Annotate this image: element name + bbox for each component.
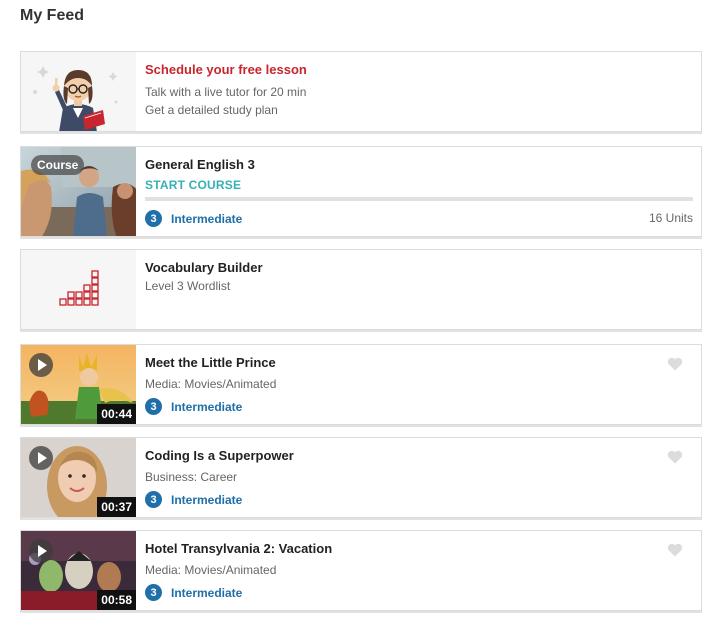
heart-icon[interactable] [667,450,683,464]
lesson-description-line2: Get a detailed study plan [145,103,278,117]
video-title[interactable]: Meet the Little Prince [145,355,276,370]
course-card[interactable]: Course General English 3 START COURSE 3 … [20,146,702,237]
level-badge: 3 [145,491,162,508]
video-duration: 00:37 [97,497,136,517]
video-thumbnail[interactable]: 00:37 [21,438,136,517]
level-label: Intermediate [171,492,243,507]
course-title[interactable]: General English 3 [145,157,255,172]
play-icon[interactable] [29,539,53,563]
vocabulary-title[interactable]: Vocabulary Builder [145,260,263,275]
video-card[interactable]: 00:44 Meet the Little Prince Media: Movi… [20,344,702,425]
tutor-icon [33,66,118,131]
video-category: Media: Movies/Animated [145,563,277,577]
bar-chart-icon [59,270,99,306]
course-level: 3 Intermediate [145,210,242,227]
video-level: 3 Intermediate [145,491,242,508]
level-badge: 3 [145,584,162,601]
course-badge: Course [31,155,85,175]
video-title[interactable]: Coding Is a Superpower [145,448,294,463]
video-level: 3 Intermediate [145,584,242,601]
level-label: Intermediate [171,211,243,226]
level-badge: 3 [145,210,162,227]
vocabulary-card[interactable]: Vocabulary Builder Level 3 Wordlist [20,249,702,330]
video-category: Business: Career [145,470,238,484]
video-category: Media: Movies/Animated [145,377,277,391]
vocabulary-thumbnail [21,250,136,329]
level-badge: 3 [145,398,162,415]
course-progress-bar [145,197,693,201]
video-duration: 00:58 [97,590,136,610]
video-level: 3 Intermediate [145,398,242,415]
schedule-lesson-card[interactable]: Schedule your free lesson Talk with a li… [20,51,702,132]
course-thumbnail: Course [21,147,136,236]
level-label: Intermediate [171,585,243,600]
video-card[interactable]: 00:58 Hotel Transylvania 2: Vacation Med… [20,530,702,611]
level-label: Intermediate [171,399,243,414]
course-units: 16 Units [648,211,693,225]
video-thumbnail[interactable]: 00:58 [21,531,136,610]
heart-icon[interactable] [667,357,683,371]
video-title[interactable]: Hotel Transylvania 2: Vacation [145,541,332,556]
play-icon[interactable] [29,446,53,470]
heart-icon[interactable] [667,543,683,557]
video-thumbnail[interactable]: 00:44 [21,345,136,424]
page-title: My Feed [20,7,85,24]
video-duration: 00:44 [97,404,136,424]
lesson-description-line1: Talk with a live tutor for 20 min [145,85,307,99]
schedule-lesson-title[interactable]: Schedule your free lesson [145,62,307,77]
tutor-illustration [21,52,136,131]
play-icon[interactable] [29,353,53,377]
start-course-link[interactable]: START COURSE [145,178,241,192]
video-card[interactable]: 00:37 Coding Is a Superpower Business: C… [20,437,702,518]
vocabulary-subtitle: Level 3 Wordlist [145,279,231,293]
